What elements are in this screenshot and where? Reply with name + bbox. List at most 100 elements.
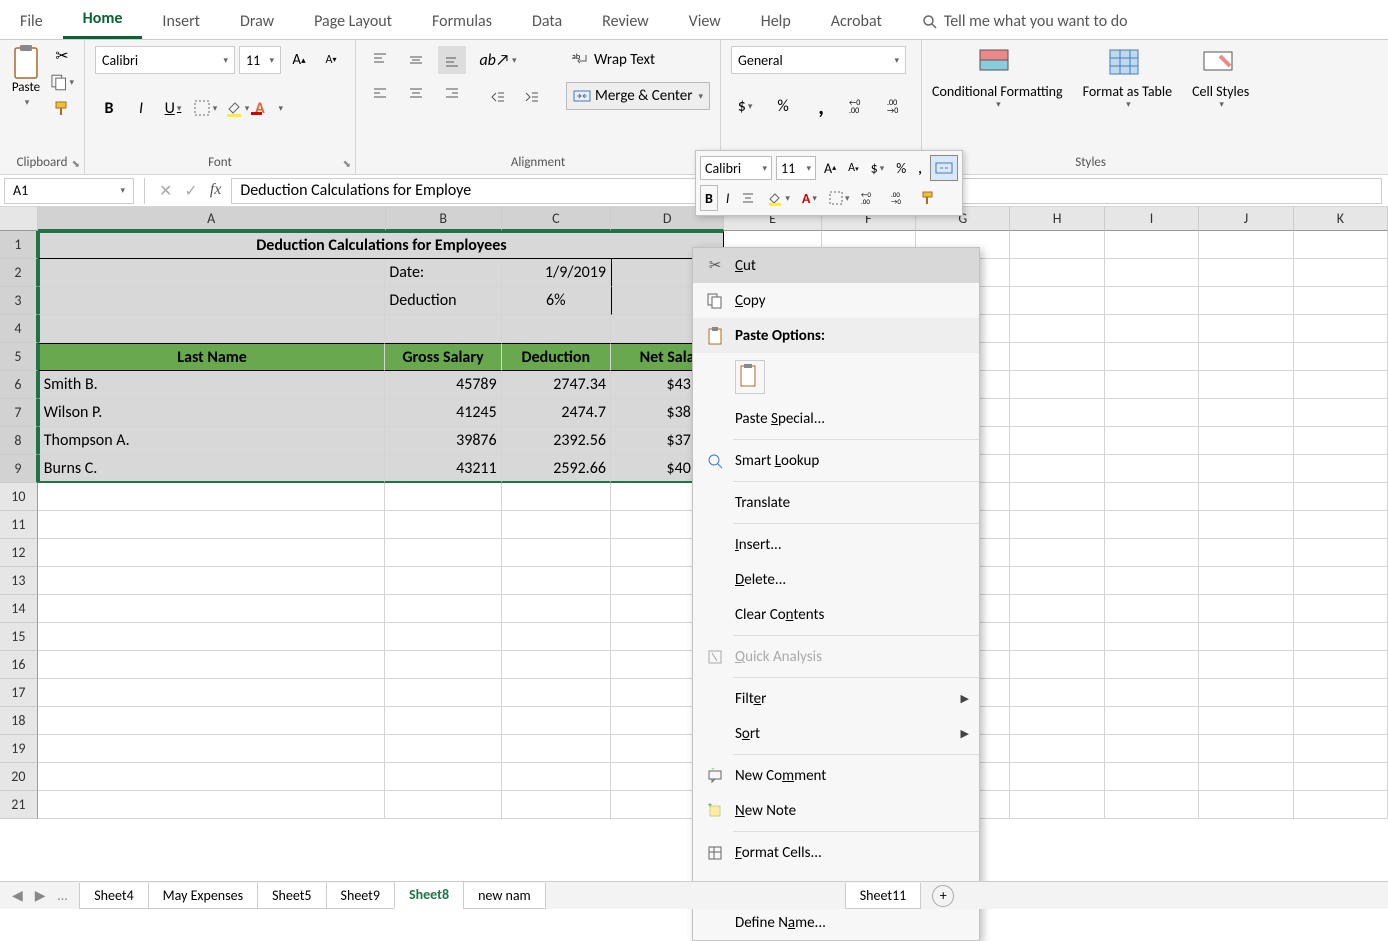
cell[interactable]	[1010, 679, 1104, 707]
cell[interactable]: Burns C.	[38, 455, 386, 483]
cm-new-note[interactable]: +New Note	[693, 793, 979, 828]
cell[interactable]	[1294, 343, 1388, 371]
increase-decimal-button[interactable]: ←0.00	[845, 92, 873, 120]
cell[interactable]	[385, 707, 501, 735]
sheet-tab[interactable]: Sheet8	[394, 882, 464, 909]
cell[interactable]	[1199, 427, 1293, 455]
cm-smart-lookup[interactable]: Smart Lookup	[693, 443, 979, 478]
cell[interactable]	[502, 315, 611, 343]
cell[interactable]	[1105, 735, 1199, 763]
cell[interactable]	[1105, 427, 1199, 455]
cell[interactable]	[1010, 399, 1104, 427]
cm-cut[interactable]: ✂Cut	[693, 248, 979, 283]
cell[interactable]	[1010, 483, 1104, 511]
cell[interactable]	[502, 707, 611, 735]
cell[interactable]	[1199, 455, 1293, 483]
cell[interactable]	[1010, 511, 1104, 539]
cell[interactable]	[1294, 539, 1388, 567]
mini-format-painter[interactable]	[917, 185, 941, 211]
cell[interactable]	[1294, 455, 1388, 483]
add-sheet-button[interactable]: +	[932, 885, 954, 907]
cell[interactable]	[385, 483, 501, 511]
cm-sort[interactable]: Sort▶	[693, 716, 979, 751]
cell[interactable]	[1294, 595, 1388, 623]
cell[interactable]: Deduction	[385, 287, 501, 315]
row-header[interactable]: 4	[0, 315, 38, 343]
cell[interactable]	[1105, 455, 1199, 483]
underline-button[interactable]: U▾	[159, 94, 187, 122]
tab-prev[interactable]: ◀	[12, 887, 23, 904]
cell[interactable]	[1010, 595, 1104, 623]
cell[interactable]	[1199, 231, 1293, 259]
col-header[interactable]: B	[386, 207, 502, 231]
tab-view[interactable]: View	[669, 4, 741, 39]
cell[interactable]	[1294, 511, 1388, 539]
cell[interactable]	[1105, 511, 1199, 539]
cell[interactable]	[385, 315, 501, 343]
wrap-text-button[interactable]: ab Wrap Text	[566, 46, 710, 74]
mini-font-color[interactable]: A▾	[798, 185, 821, 211]
cell[interactable]	[1105, 623, 1199, 651]
cell[interactable]	[502, 735, 611, 763]
cell[interactable]	[1199, 595, 1293, 623]
sheet-tab[interactable]: new nam	[463, 883, 546, 909]
row-header[interactable]: 13	[0, 567, 38, 595]
cell[interactable]	[1199, 483, 1293, 511]
cell[interactable]: 6%	[502, 287, 611, 315]
cell[interactable]	[385, 763, 501, 791]
cell[interactable]: Deduction Calculations for Employees	[38, 231, 724, 259]
tab-acrobat[interactable]: Acrobat	[811, 4, 902, 39]
row-header[interactable]: 20	[0, 763, 38, 791]
sheet-tab[interactable]: May Expenses	[148, 883, 258, 909]
sheet-tab[interactable]: Sheet4	[79, 883, 148, 909]
cell[interactable]	[1199, 287, 1293, 315]
cancel-formula-button[interactable]: ✕	[159, 181, 172, 201]
col-header[interactable]: A	[38, 207, 386, 231]
cell[interactable]	[1294, 735, 1388, 763]
cell[interactable]: 1/9/2019	[502, 259, 611, 287]
cell[interactable]	[1105, 539, 1199, 567]
cm-translate[interactable]: Translate	[693, 485, 979, 520]
cell[interactable]	[385, 791, 501, 819]
tab-next[interactable]: ▶	[35, 887, 46, 904]
cell[interactable]	[1010, 651, 1104, 679]
cell[interactable]	[502, 791, 611, 819]
cell[interactable]	[1010, 455, 1104, 483]
cell[interactable]	[385, 735, 501, 763]
cell[interactable]	[1010, 343, 1104, 371]
cell[interactable]	[385, 623, 501, 651]
row-header[interactable]: 18	[0, 707, 38, 735]
row-header[interactable]: 21	[0, 791, 38, 819]
mini-percent[interactable]: %	[892, 155, 910, 181]
cell[interactable]: Thompson A.	[38, 427, 386, 455]
cm-insert[interactable]: Insert...	[693, 527, 979, 562]
cell[interactable]	[1199, 259, 1293, 287]
decrease-decimal-button[interactable]: .00→0	[883, 92, 911, 120]
cell[interactable]	[385, 511, 501, 539]
cell[interactable]: 45789	[385, 371, 501, 399]
cell[interactable]: 2474.7	[502, 399, 611, 427]
comma-button[interactable]: ,	[807, 92, 835, 120]
mini-bold[interactable]: B	[700, 185, 718, 211]
row-header[interactable]: 19	[0, 735, 38, 763]
cell[interactable]	[1199, 371, 1293, 399]
cell[interactable]	[38, 287, 386, 315]
font-size-select[interactable]: 11▾	[239, 46, 281, 74]
format-painter-button[interactable]	[50, 98, 74, 118]
cm-filter[interactable]: Filter▶	[693, 681, 979, 716]
row-header[interactable]: 7	[0, 399, 38, 427]
cell[interactable]	[1294, 679, 1388, 707]
italic-button[interactable]: I	[127, 94, 155, 122]
cell[interactable]	[1294, 763, 1388, 791]
cell[interactable]	[502, 511, 611, 539]
row-header[interactable]: 9	[0, 455, 38, 483]
cm-format-cells[interactable]: Format Cells...	[693, 835, 979, 870]
cell[interactable]	[502, 567, 611, 595]
select-all-corner[interactable]	[0, 207, 38, 231]
copy-button[interactable]: ▾	[50, 72, 74, 92]
tab-draw[interactable]: Draw	[220, 4, 294, 39]
borders-button[interactable]: ▾	[191, 94, 219, 122]
cm-new-comment[interactable]: +New Comment	[693, 758, 979, 793]
row-header[interactable]: 16	[0, 651, 38, 679]
cell[interactable]	[1199, 791, 1293, 819]
